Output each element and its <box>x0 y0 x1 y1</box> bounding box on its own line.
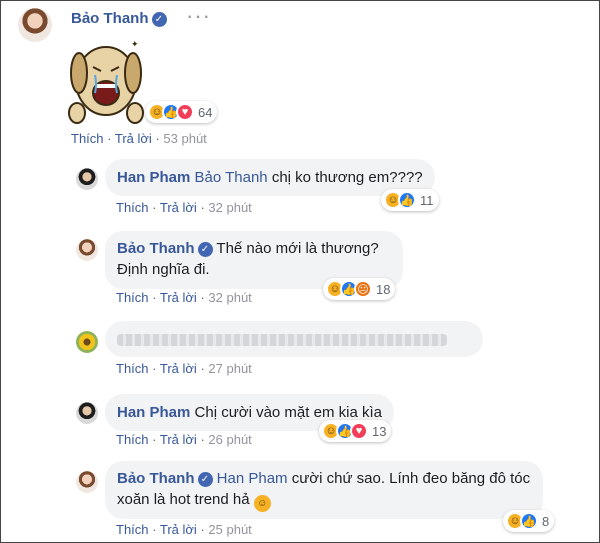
comment-author[interactable]: Han Pham <box>117 169 190 186</box>
comment-bubble-blurred <box>105 321 483 357</box>
reaction-count: 13 <box>372 423 387 439</box>
comment-author[interactable]: Bảo Thanh <box>117 470 195 487</box>
reply-link[interactable]: Trả lời <box>115 131 152 146</box>
avatar[interactable] <box>76 168 98 190</box>
comment-author[interactable]: Han Pham <box>117 404 190 421</box>
more-dots-icon[interactable]: ··· <box>186 3 211 29</box>
blurred-text <box>117 334 447 347</box>
reply-link[interactable]: Trả lời <box>160 432 197 447</box>
love-reaction-icon: ♥ <box>176 103 194 121</box>
timestamp[interactable]: 53 phút <box>163 131 206 146</box>
comment-text: Chị cười vào mặt em kia kìa <box>194 404 382 421</box>
avatar[interactable] <box>76 471 98 493</box>
comment-author[interactable]: Bảo Thanh <box>117 240 195 257</box>
like-link[interactable]: Thích <box>71 131 104 146</box>
avatar[interactable] <box>76 402 98 424</box>
timestamp[interactable]: 27 phút <box>208 361 251 376</box>
reply-link[interactable]: Trả lời <box>160 361 197 376</box>
comment-bubble: Bảo Thanh ✓ Han Pham cười chứ sao. Lính đ… <box>105 461 543 519</box>
post-author[interactable]: Bảo Thanh ✓ <box>71 10 167 27</box>
reaction-count: 11 <box>420 192 434 208</box>
like-reaction-icon: 👍 <box>398 191 416 209</box>
comment-text-line1: cười chứ sao. Lính đeo băng đô tóc <box>291 470 531 487</box>
svg-text:✦: ✦ <box>131 40 139 50</box>
comment-reactions[interactable]: ☺ 👍 8 <box>503 510 555 532</box>
reaction-count: 8 <box>542 513 550 529</box>
comment-actions: Thích · Trả lời · 27 phút <box>116 361 252 376</box>
crying-dog-sticker: ✦ <box>68 40 144 124</box>
comment-reactions[interactable]: ☺ 👍 11 <box>381 189 439 211</box>
mention-link[interactable]: Han Pham <box>217 470 288 487</box>
post-actions: Thích · Trả lời · 53 phút <box>71 131 207 146</box>
like-link[interactable]: Thích <box>116 200 149 215</box>
timestamp[interactable]: 32 phút <box>208 200 251 215</box>
reply-link[interactable]: Trả lời <box>160 522 197 537</box>
like-link[interactable]: Thích <box>116 361 149 376</box>
like-link[interactable]: Thích <box>116 290 149 305</box>
like-link[interactable]: Thích <box>116 432 149 447</box>
like-link[interactable]: Thích <box>116 522 149 537</box>
reply-link[interactable]: Trả lời <box>160 200 197 215</box>
verified-badge-icon: ✓ <box>151 12 167 27</box>
comment-text-line2: xoăn là hot trend hả <box>117 491 250 508</box>
like-reaction-icon: 👍 <box>520 512 538 530</box>
timestamp[interactable]: 25 phút <box>208 522 251 537</box>
comment-text-line1: Thế nào mới là thương? <box>216 240 379 257</box>
avatar[interactable] <box>76 331 98 353</box>
comment-actions: Thích · Trả lời · 25 phút <box>116 522 252 537</box>
reply-link[interactable]: Trả lời <box>160 290 197 305</box>
laughing-emoji-icon: ☺ <box>253 495 271 512</box>
comment-text-line2: Định nghĩa đi. <box>117 261 210 278</box>
timestamp[interactable]: 32 phút <box>208 290 251 305</box>
timestamp[interactable]: 26 phút <box>208 432 251 447</box>
avatar[interactable] <box>76 239 98 261</box>
screenshot-frame: Bảo Thanh ✓ ··· ✦ ☺ 👍 ♥ 64 Thích · Trả lờ… <box>0 0 600 543</box>
reaction-count: 18 <box>376 281 391 297</box>
reaction-count: 64 <box>198 104 213 120</box>
love-reaction-icon: ♥ <box>350 422 368 440</box>
comment-actions: Thích · Trả lời · 26 phút <box>116 432 252 447</box>
avatar[interactable] <box>18 8 52 42</box>
comment-actions: Thích · Trả lời · 32 phút <box>116 200 252 215</box>
comment-reactions[interactable]: ☺ 👍 ☹ 18 <box>323 278 396 300</box>
comment-actions: Thích · Trả lời · 32 phút <box>116 290 252 305</box>
mention-link[interactable]: Bảo Thanh <box>195 169 268 186</box>
angry-reaction-icon: ☹ <box>354 280 372 298</box>
verified-badge-icon: ✓ <box>197 242 213 257</box>
comment-text: chị ko thương em???? <box>271 169 423 186</box>
post-reactions[interactable]: ☺ 👍 ♥ 64 <box>145 101 218 123</box>
comment-reactions[interactable]: ☺ 👍 ♥ 13 <box>319 420 392 442</box>
verified-badge-icon: ✓ <box>197 472 213 487</box>
